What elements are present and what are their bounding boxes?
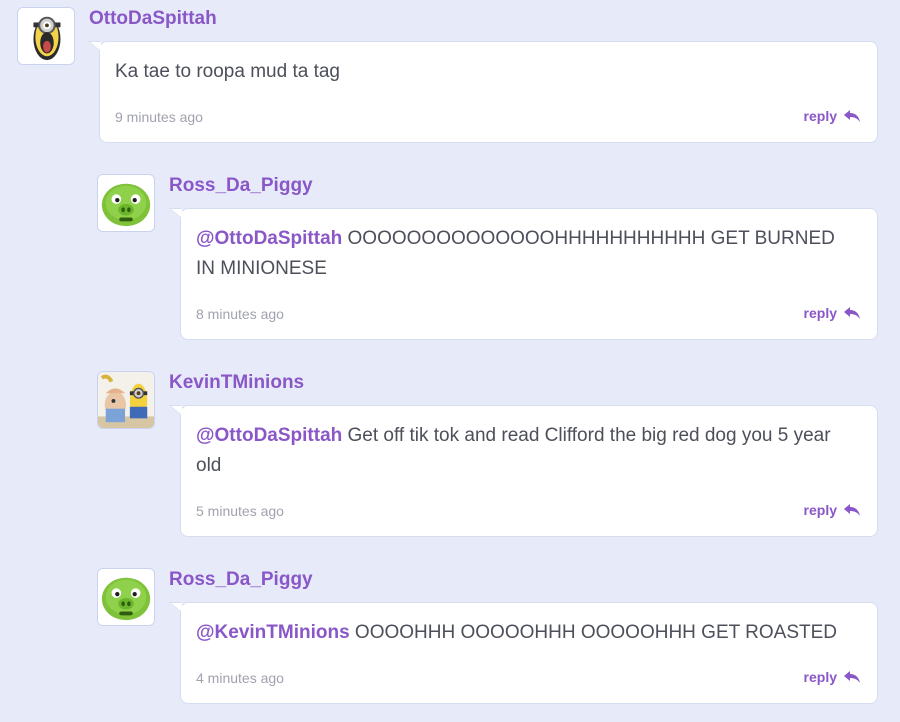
comment-body: Ka tae to roopa mud ta tag	[115, 61, 340, 82]
comment-bubble: @KevinTMinions OOOOHHH OOOOOHHH OOOOOHHH…	[169, 602, 878, 704]
reply-arrow-icon	[844, 504, 860, 516]
avatar[interactable]	[97, 371, 155, 429]
comment-username[interactable]: Ross_Da_Piggy	[169, 175, 313, 197]
comment-text: @KevinTMinions OOOOHHH OOOOOHHH OOOOOHHH…	[196, 618, 859, 648]
reply-label: reply	[803, 305, 837, 321]
comment-mention[interactable]: @KevinTMinions	[196, 622, 350, 643]
comment-username[interactable]: OttoDaSpittah	[89, 8, 217, 30]
minions-avatar-icon	[98, 372, 154, 428]
comment-text: Ka tae to roopa mud ta tag	[115, 57, 859, 87]
comment-timestamp: 9 minutes ago	[115, 109, 203, 125]
minion-tongue-avatar-icon	[18, 8, 74, 64]
comment-username[interactable]: KevinTMinions	[169, 372, 304, 394]
reply-arrow-icon	[844, 307, 860, 319]
reply-button[interactable]: reply	[804, 108, 861, 124]
comment-timestamp: 8 minutes ago	[196, 306, 284, 322]
reply-arrow-icon	[844, 110, 860, 122]
comment-timestamp: 5 minutes ago	[196, 503, 284, 519]
reply-label: reply	[803, 108, 837, 124]
comment-text: @OttoDaSpittah OOOOOOOOOOOOOOHHHHHHHHHHH…	[196, 224, 859, 284]
comment-bubble: @OttoDaSpittah OOOOOOOOOOOOOOHHHHHHHHHHH…	[169, 208, 878, 340]
comment-mention[interactable]: @OttoDaSpittah	[196, 228, 342, 249]
green-pig-avatar-icon	[98, 569, 154, 625]
reply-button[interactable]: reply	[804, 669, 861, 685]
reply-button[interactable]: reply	[804, 305, 861, 321]
reply-button[interactable]: reply	[804, 502, 861, 518]
avatar[interactable]	[97, 174, 155, 232]
comment-body: OOOOHHH OOOOOHHH OOOOOHHH GET ROASTED	[349, 622, 838, 643]
comment-timestamp: 4 minutes ago	[196, 670, 284, 686]
reply-label: reply	[803, 502, 837, 518]
comment-username[interactable]: Ross_Da_Piggy	[169, 569, 313, 591]
comment-text: @OttoDaSpittah Get off tik tok and read …	[196, 421, 859, 481]
reply-arrow-icon	[844, 671, 860, 683]
reply-label: reply	[803, 669, 837, 685]
comment-bubble: @OttoDaSpittah Get off tik tok and read …	[169, 405, 878, 537]
comment-bubble: Ka tae to roopa mud ta tag 9 minutes ago…	[88, 41, 878, 143]
avatar[interactable]	[97, 568, 155, 626]
green-pig-avatar-icon	[98, 175, 154, 231]
avatar[interactable]	[17, 7, 75, 65]
comment-mention[interactable]: @OttoDaSpittah	[196, 425, 342, 446]
